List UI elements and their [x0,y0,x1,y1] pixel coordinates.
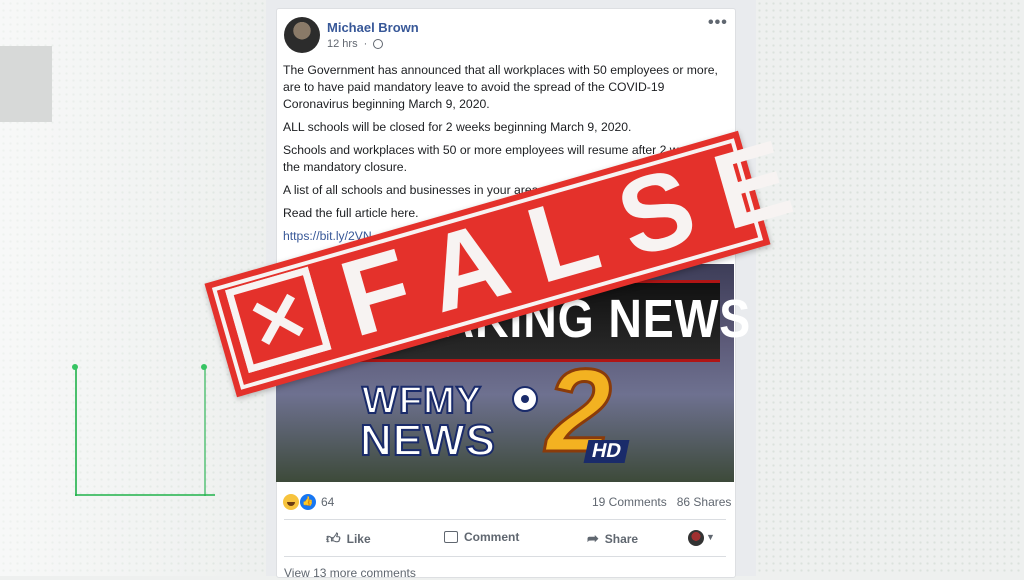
comment-button[interactable]: Comment [444,530,519,544]
decor-line [75,494,215,496]
view-more-comments-link[interactable]: View 13 more comments [284,566,416,580]
cbs-eye-icon [512,386,538,412]
haha-reaction-icon [283,494,299,510]
post-paragraph: The Government has announced that all wo… [283,63,718,111]
author-name[interactable]: Michael Brown [327,20,419,35]
like-button[interactable]: 👍︎ Like [326,530,371,547]
decor-dot [201,364,207,370]
hd-badge: HD [583,440,630,463]
decor-line [75,368,77,496]
divider [284,519,726,520]
post-paragraph: ALL schools will be closed for 2 weeks b… [283,120,632,134]
author-avatar[interactable] [284,17,320,53]
post-time[interactable]: 12 hrs [327,38,358,50]
share-arrow-icon: ➦ [587,530,599,546]
station-name-bottom: NEWS [359,415,496,466]
background-block [0,46,52,122]
reaction-count: 64 [321,495,335,509]
share-label: Share [604,531,639,546]
decor-dot [72,364,78,370]
engagement-counts: 19 Comments 86 Shares [592,495,731,509]
share-count[interactable]: 86 Shares [677,495,732,509]
close-icon: ✕ [233,275,323,366]
comment-count[interactable]: 19 Comments [592,495,667,509]
thumbs-up-icon: 👍︎ [326,530,341,546]
like-reaction-icon: 👍 [299,493,317,511]
decor-line [204,368,206,496]
chevron-down-icon[interactable]: ▼ [706,532,715,542]
like-label: Like [346,531,371,546]
viewer-avatar[interactable] [688,530,704,546]
globe-icon [373,39,384,49]
reaction-summary[interactable]: 👍 64 [283,493,334,511]
comment-label: Comment [464,530,520,544]
divider [284,556,726,557]
comment-icon [444,531,458,543]
more-options-icon[interactable]: ••• [708,14,728,32]
share-button[interactable]: ➦ Share [587,530,638,547]
post-meta: 12 hrs · [327,38,384,50]
